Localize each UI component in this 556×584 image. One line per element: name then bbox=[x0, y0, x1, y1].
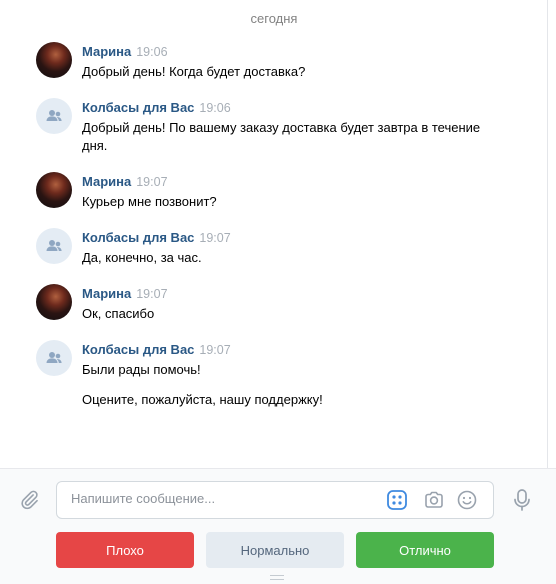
message-line: Оцените, пожалуйста, нашу поддержку! bbox=[82, 392, 323, 407]
message-text: Курьер мне позвонит? bbox=[82, 193, 482, 211]
message-time: 19:07 bbox=[136, 175, 168, 189]
author-name[interactable]: Колбасы для Вас bbox=[82, 230, 194, 245]
microphone-icon[interactable] bbox=[511, 488, 533, 512]
rating-bad-button[interactable]: Плохо bbox=[56, 532, 194, 568]
keyboard-bot-icon[interactable] bbox=[386, 489, 408, 511]
chat-history: сегодня Марина 19:06 Добрый день! Когда б… bbox=[0, 0, 548, 466]
group-avatar[interactable] bbox=[36, 228, 72, 264]
message-text: Ок, спасибо bbox=[82, 305, 482, 323]
message-header: Колбасы для Вас 19:06 bbox=[82, 100, 231, 115]
group-icon bbox=[46, 240, 62, 251]
message-time: 19:07 bbox=[199, 343, 231, 357]
message-header: Колбасы для Вас 19:07 bbox=[82, 230, 231, 245]
message-item: Марина 19:07 Курьер мне позвонит? bbox=[36, 172, 536, 212]
author-name[interactable]: Колбасы для Вас bbox=[82, 342, 194, 357]
message-time: 19:06 bbox=[136, 45, 168, 59]
rating-normal-button[interactable]: Нормально bbox=[206, 532, 344, 568]
group-avatar[interactable] bbox=[36, 340, 72, 376]
message-input[interactable] bbox=[71, 491, 381, 506]
divider bbox=[547, 0, 548, 468]
message-input-box[interactable] bbox=[56, 481, 494, 519]
author-name[interactable]: Колбасы для Вас bbox=[82, 100, 194, 115]
message-text: Были рады помочь! Оцените, пожалуйста, н… bbox=[82, 361, 482, 409]
message-line: Добрый день! Когда будет доставка? bbox=[82, 64, 306, 79]
camera-icon[interactable] bbox=[423, 489, 445, 511]
message-header: Марина 19:06 bbox=[82, 44, 168, 59]
message-text: Добрый день! По вашему заказу доставка б… bbox=[82, 119, 482, 155]
message-line: Курьер мне позвонит? bbox=[82, 194, 217, 209]
user-avatar[interactable] bbox=[36, 284, 72, 320]
message-item: Колбасы для Вас 19:07 Были рады помочь! О… bbox=[36, 340, 536, 420]
message-item: Колбасы для Вас 19:07 Да, конечно, за час… bbox=[36, 228, 536, 268]
smile-icon[interactable] bbox=[456, 489, 478, 511]
message-line: Да, конечно, за час. bbox=[82, 250, 202, 265]
group-avatar[interactable] bbox=[36, 98, 72, 134]
user-avatar[interactable] bbox=[36, 42, 72, 78]
message-item: Колбасы для Вас 19:06 Добрый день! По ваш… bbox=[36, 98, 536, 158]
resize-handle[interactable] bbox=[270, 575, 284, 580]
message-header: Марина 19:07 bbox=[82, 174, 168, 189]
author-name[interactable]: Марина bbox=[82, 44, 131, 59]
message-time: 19:06 bbox=[199, 101, 231, 115]
message-item: Марина 19:06 Добрый день! Когда будет дос… bbox=[36, 42, 536, 82]
message-time: 19:07 bbox=[199, 231, 231, 245]
author-name[interactable]: Марина bbox=[82, 286, 131, 301]
group-icon bbox=[46, 352, 62, 363]
author-name[interactable]: Марина bbox=[82, 174, 131, 189]
date-separator: сегодня bbox=[250, 11, 298, 26]
group-icon bbox=[46, 110, 62, 121]
message-text: Добрый день! Когда будет доставка? bbox=[82, 63, 482, 81]
message-time: 19:07 bbox=[136, 287, 168, 301]
message-line: Ок, спасибо bbox=[82, 306, 155, 321]
user-avatar[interactable] bbox=[36, 172, 72, 208]
message-line: Были рады помочь! bbox=[82, 362, 201, 377]
paperclip-icon[interactable] bbox=[18, 489, 40, 511]
rating-good-button[interactable]: Отлично bbox=[356, 532, 494, 568]
message-header: Марина 19:07 bbox=[82, 286, 168, 301]
message-text: Да, конечно, за час. bbox=[82, 249, 482, 267]
message-item: Марина 19:07 Ок, спасибо bbox=[36, 284, 536, 324]
message-line: Добрый день! По вашему заказу доставка б… bbox=[82, 120, 481, 153]
message-header: Колбасы для Вас 19:07 bbox=[82, 342, 231, 357]
